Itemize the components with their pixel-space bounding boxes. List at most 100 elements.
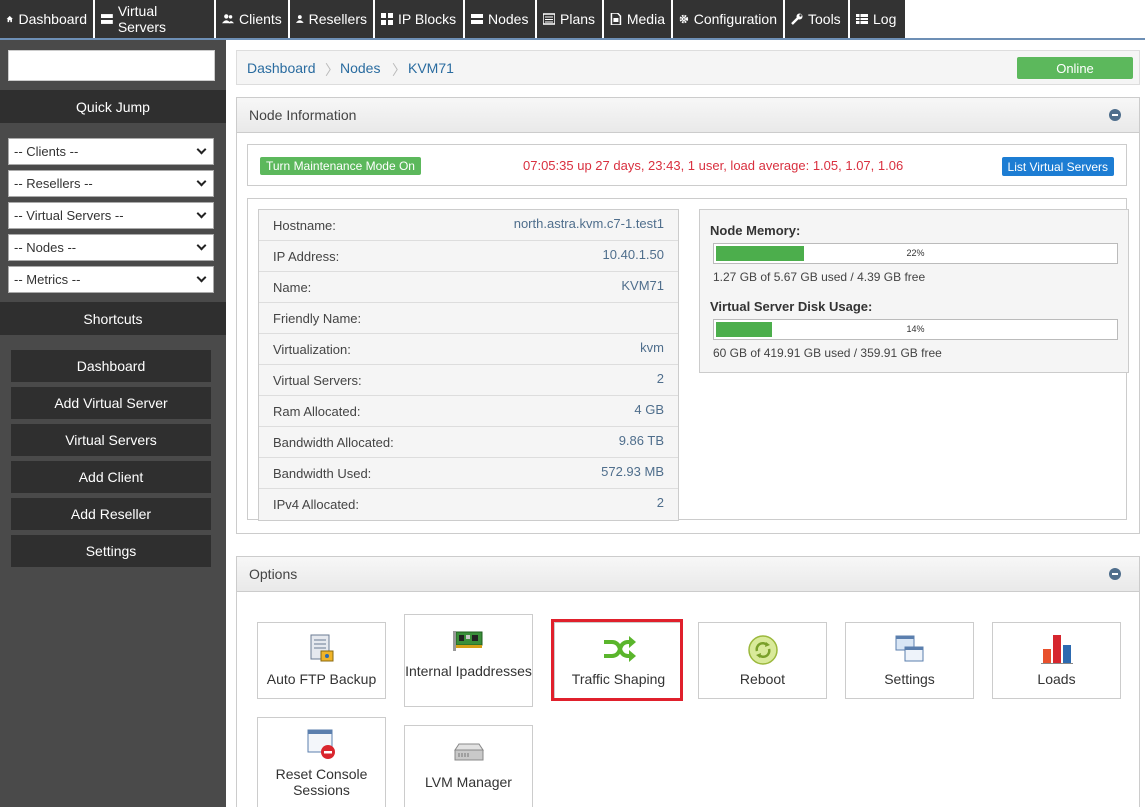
shortcut-add-reseller[interactable]: Add Reseller <box>11 498 211 530</box>
table-row: Bandwidth Used: 572.93 MB <box>259 458 678 489</box>
lvm-manager-tile[interactable]: LVM Manager <box>404 725 533 807</box>
shortcut-settings[interactable]: Settings <box>11 535 211 567</box>
clients-select[interactable]: -- Clients -- <box>8 138 214 165</box>
settings-tile[interactable]: Settings <box>845 622 974 699</box>
drive-icon <box>453 743 484 761</box>
table-row: Bandwidth Allocated: 9.86 TB <box>259 427 678 458</box>
virtual-servers-select[interactable]: -- Virtual Servers -- <box>8 202 214 229</box>
breadcrumb-current[interactable]: KVM71 <box>408 60 454 76</box>
select-value: -- Nodes -- <box>14 240 77 255</box>
network-card-icon <box>452 631 482 651</box>
top-navigation: Dashboard Virtual Servers Clients Resell… <box>0 0 1145 40</box>
nav-clients[interactable]: Clients <box>216 0 288 38</box>
table-icon <box>856 14 868 24</box>
select-value: -- Clients -- <box>14 144 79 159</box>
breadcrumb-separator: 〉 <box>392 62 406 78</box>
nav-resellers[interactable]: Resellers <box>290 0 373 38</box>
tile-label: Auto FTP Backup <box>266 671 377 687</box>
row-label: IPv4 Allocated: <box>273 497 359 512</box>
tile-label: Internal Ipaddresses <box>405 663 532 679</box>
row-label: Friendly Name: <box>273 311 362 326</box>
uptime-text: 07:05:35 up 27 days, 23:43, 1 user, load… <box>523 158 904 173</box>
tile-label: LVM Manager <box>425 774 512 790</box>
chevron-down-icon <box>196 144 207 155</box>
user-icon <box>296 15 304 23</box>
select-value: -- Metrics -- <box>14 272 81 287</box>
reboot-tile[interactable]: Reboot <box>698 622 827 699</box>
node-details: Hostname: north.astra.kvm.c7-1.test1 IP A… <box>247 198 1129 521</box>
chevron-down-icon <box>196 240 207 251</box>
nav-label: Nodes <box>488 11 529 27</box>
nav-dashboard[interactable]: Dashboard <box>0 0 93 38</box>
row-label: Bandwidth Used: <box>273 466 372 481</box>
resellers-select[interactable]: -- Resellers -- <box>8 170 214 197</box>
nav-tools[interactable]: Tools <box>785 0 848 38</box>
server-icon <box>101 14 113 24</box>
collapse-icon[interactable] <box>1109 568 1121 580</box>
table-row: Hostname: north.astra.kvm.c7-1.test1 <box>259 210 678 241</box>
nav-plans[interactable]: Plans <box>537 0 602 38</box>
table-row: Ram Allocated: 4 GB <box>259 396 678 427</box>
list-virtual-servers-button[interactable]: List Virtual Servers <box>1001 157 1114 176</box>
table-row: Friendly Name: <box>259 303 678 334</box>
nav-label: Tools <box>808 11 841 27</box>
nav-label: Resellers <box>308 11 367 27</box>
row-label: Virtual Servers: <box>273 373 362 388</box>
nav-log[interactable]: Log <box>850 0 905 38</box>
breadcrumb-dashboard[interactable]: Dashboard <box>247 60 316 76</box>
reset-console-sessions-tile[interactable]: Reset Console Sessions <box>257 717 386 807</box>
shortcut-dashboard[interactable]: Dashboard <box>11 350 211 382</box>
chevron-down-icon <box>196 208 207 219</box>
panel-title: Node Information <box>249 107 357 123</box>
metrics-select[interactable]: -- Metrics -- <box>8 266 214 293</box>
shortcut-add-virtual-server[interactable]: Add Virtual Server <box>11 387 211 419</box>
status-badge: Online <box>1017 57 1133 79</box>
search-input[interactable] <box>8 50 215 81</box>
tile-label: Settings <box>884 671 935 687</box>
nav-ip-blocks[interactable]: IP Blocks <box>375 0 463 38</box>
table-row: Virtualization: kvm <box>259 334 678 365</box>
nav-label: Dashboard <box>18 11 88 27</box>
shortcut-add-client[interactable]: Add Client <box>11 461 211 493</box>
shortcut-virtual-servers[interactable]: Virtual Servers <box>11 424 211 456</box>
nodes-select[interactable]: -- Nodes -- <box>8 234 214 261</box>
nav-label: IP Blocks <box>398 11 457 27</box>
quick-jump-heading: Quick Jump <box>0 90 226 123</box>
nav-configuration[interactable]: Configuration <box>673 0 783 38</box>
nav-media[interactable]: Media <box>604 0 671 38</box>
console-reset-icon <box>307 729 335 759</box>
breadcrumb-nodes[interactable]: Nodes <box>340 60 380 76</box>
row-value: 2 <box>656 495 664 510</box>
breadcrumb-separator: 〉 <box>325 62 339 78</box>
loads-tile[interactable]: Loads <box>992 622 1121 699</box>
tile-label: Reset Console Sessions <box>275 766 368 798</box>
disk-usage-title: Virtual Server Disk Usage: <box>710 299 873 314</box>
disk-percent: 14% <box>906 324 925 334</box>
memory-progress-bar: 22% <box>713 243 1118 264</box>
traffic-shaping-highlight <box>551 619 683 701</box>
auto-ftp-backup-tile[interactable]: Auto FTP Backup <box>257 622 386 699</box>
nav-label: Media <box>626 11 665 27</box>
grid-icon <box>381 13 393 25</box>
nav-nodes[interactable]: Nodes <box>465 0 535 38</box>
nav-virtual-servers[interactable]: Virtual Servers <box>95 0 214 38</box>
node-details-table: Hostname: north.astra.kvm.c7-1.test1 IP A… <box>258 209 679 521</box>
memory-percent: 22% <box>906 248 925 258</box>
internal-ipaddresses-tile[interactable]: Internal Ipaddresses <box>404 614 533 707</box>
row-value: 572.93 MB <box>601 464 664 479</box>
row-label: Virtualization: <box>273 342 351 357</box>
users-icon <box>222 14 234 24</box>
nav-label: Configuration <box>693 11 777 27</box>
row-value: 9.86 TB <box>618 433 664 448</box>
options-header: Options <box>237 557 1139 592</box>
tile-label: Reboot <box>739 671 786 687</box>
collapse-icon[interactable] <box>1109 109 1121 121</box>
maintenance-mode-button[interactable]: Turn Maintenance Mode On <box>260 157 421 175</box>
list-icon <box>543 13 555 25</box>
row-value: 10.40.1.50 <box>602 247 664 262</box>
nav-label: Plans <box>560 11 596 27</box>
row-value: 4 GB <box>634 402 664 417</box>
server-icon <box>471 14 483 24</box>
disk-detail: 60 GB of 419.91 GB used / 359.91 GB free <box>713 346 942 360</box>
panel-title: Options <box>249 566 298 582</box>
